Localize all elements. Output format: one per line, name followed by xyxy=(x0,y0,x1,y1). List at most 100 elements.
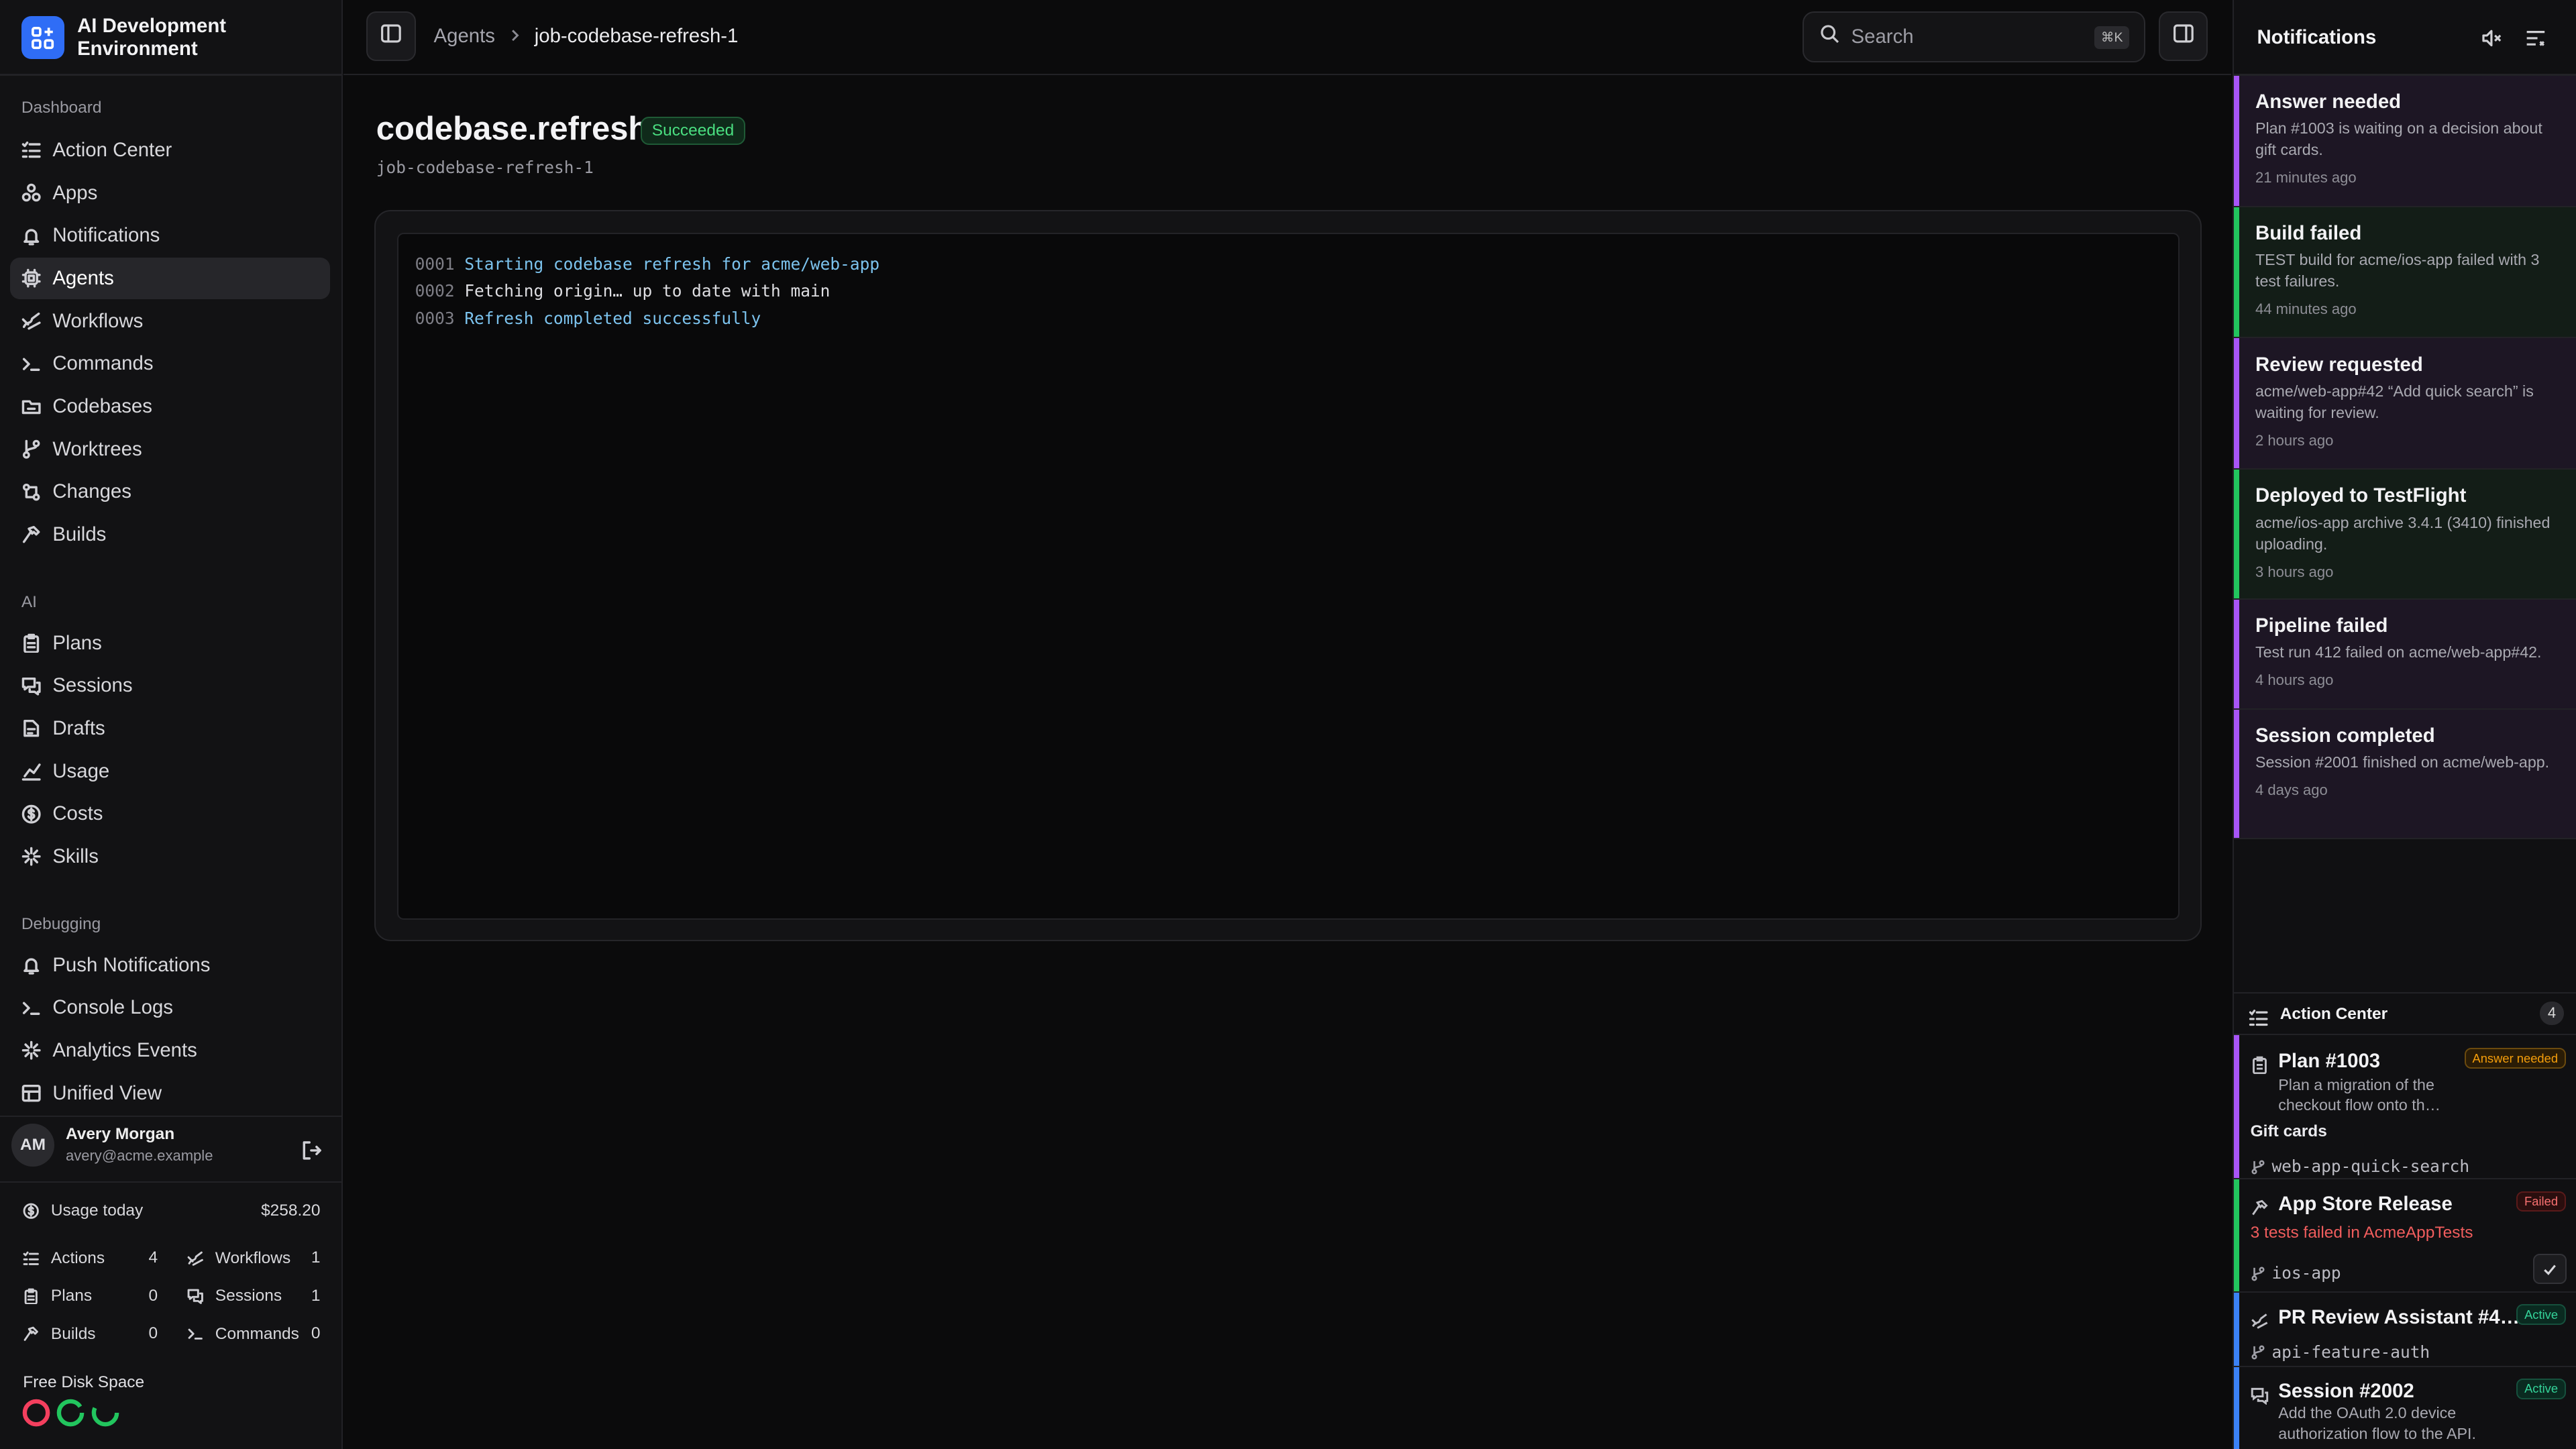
sidebar-item-console-logs[interactable]: Console Logs xyxy=(10,987,331,1028)
section-title-debugging: Debugging xyxy=(21,915,101,934)
sidebar-item-drafts[interactable]: Drafts xyxy=(10,708,331,749)
sidebar-item-plans[interactable]: Plans xyxy=(10,623,331,663)
agent-icon xyxy=(21,268,41,288)
divider xyxy=(0,1181,342,1183)
sidebar-item-skills[interactable]: Skills xyxy=(10,837,331,877)
diff-icon xyxy=(21,482,41,502)
sidebar-item-commands[interactable]: Commands xyxy=(10,343,331,384)
search-shortcut: ⌘K xyxy=(2094,25,2130,49)
sidebar-item-action-center[interactable]: Action Center xyxy=(10,129,331,170)
sidebar-item-notifications[interactable]: Notifications xyxy=(10,215,331,256)
notification-card[interactable]: Pipeline failed Test run 412 failed on ac… xyxy=(2234,599,2576,710)
stat-workflows[interactable]: Workflows xyxy=(186,1248,290,1268)
stat-commands[interactable]: Commands xyxy=(186,1324,299,1344)
notification-card[interactable]: Answer needed Plan #1003 is waiting on a … xyxy=(2234,75,2576,207)
toggle-panel-button[interactable] xyxy=(2158,11,2208,61)
notification-time: 2 hours ago xyxy=(2255,431,2334,449)
main-content: codebase.refresh Succeeded job-codebase-… xyxy=(343,76,2231,1449)
notification-card[interactable]: Deployed to TestFlight acme/ios-app archi… xyxy=(2234,470,2576,600)
sidebar-item-builds[interactable]: Builds xyxy=(10,515,331,555)
sidebar-item-label: Worktrees xyxy=(52,437,142,460)
brand[interactable]: AI Development Environment xyxy=(21,15,274,61)
stat-label: Commands xyxy=(215,1324,299,1343)
mute-icon[interactable] xyxy=(2481,26,2502,56)
breadcrumb: Agents job-codebase-refresh-1 xyxy=(434,25,739,48)
stat-builds[interactable]: Builds xyxy=(21,1324,96,1344)
log-viewer[interactable]: 0001 Starting codebase refresh for acme/… xyxy=(397,233,2180,920)
stat-plans[interactable]: Plans xyxy=(21,1287,92,1306)
stat-actions[interactable]: Actions xyxy=(21,1248,105,1268)
notification-title: Session completed xyxy=(2255,724,2435,747)
action-item-name: PR Review Assistant #4… xyxy=(2278,1305,2520,1328)
search-placeholder: Search xyxy=(1851,25,1914,48)
sidebar-item-costs[interactable]: Costs xyxy=(10,794,331,835)
log-text: Fetching origin… up to date with main xyxy=(464,281,830,301)
accent-bar xyxy=(2234,1293,2239,1366)
sidebar-item-label: Push Notifications xyxy=(52,953,211,976)
log-line: 0002 Fetching origin… up to date with ma… xyxy=(398,278,2178,305)
divider xyxy=(0,1115,342,1118)
stat-value: 1 xyxy=(311,1248,321,1267)
status-badge: Succeeded xyxy=(641,116,745,145)
action-center-header[interactable]: Action Center 4 xyxy=(2234,992,2576,1035)
topbar: Agents job-codebase-refresh-1 Search ⌘K xyxy=(343,0,2231,76)
notification-time: 4 days ago xyxy=(2255,782,2328,799)
user-profile[interactable]: AM Avery Morgan avery@acme.example xyxy=(11,1124,213,1167)
stat-value: 0 xyxy=(148,1324,158,1342)
disk-gauge[interactable] xyxy=(56,1398,85,1428)
branch: web-app-quick-search xyxy=(2251,1152,2469,1181)
sidebar-item-apps[interactable]: Apps xyxy=(10,172,331,213)
hammer-icon xyxy=(2251,1194,2269,1224)
sidebar-item-sessions[interactable]: Sessions xyxy=(10,665,331,706)
hammer-icon xyxy=(21,525,41,544)
sidebar-item-label: Skills xyxy=(52,845,99,868)
disk-gauge[interactable] xyxy=(91,1398,120,1428)
panel-right-icon xyxy=(2173,21,2194,51)
toggle-sidebar-button[interactable] xyxy=(366,11,416,61)
approve-button[interactable] xyxy=(2532,1253,2567,1285)
status-badge: Active xyxy=(2516,1378,2566,1399)
action-item-plan[interactable]: Plan #1003 Answer needed Plan a migratio… xyxy=(2234,1034,2576,1181)
notifications-title: Notifications xyxy=(2257,26,2377,49)
branch-icon xyxy=(2251,1258,2265,1288)
sidebar-item-workflows[interactable]: Workflows xyxy=(10,301,331,341)
search-input[interactable]: Search ⌘K xyxy=(1802,11,2146,63)
action-item-app-store-release[interactable]: App Store Release Failed 3 tests failed … xyxy=(2234,1179,2576,1293)
sidebar-item-agents[interactable]: Agents xyxy=(9,258,331,299)
clipboard-icon xyxy=(21,1287,41,1306)
action-item-session[interactable]: Session #2002 Active Add the OAuth 2.0 d… xyxy=(2234,1366,2576,1449)
sidebar-item-usage[interactable]: Usage xyxy=(10,751,331,792)
checklist-icon xyxy=(21,140,41,160)
sidebar-item-analytics-events[interactable]: Analytics Events xyxy=(10,1030,331,1071)
logout-icon[interactable] xyxy=(301,1138,322,1168)
usage-today[interactable]: Usage today $258.20 xyxy=(21,1201,321,1220)
sidebar-item-unified-view[interactable]: Unified View xyxy=(10,1073,331,1114)
notification-card[interactable]: Session completed Session #2001 finished … xyxy=(2234,709,2576,840)
sidebar-item-changes[interactable]: Changes xyxy=(10,472,331,513)
breadcrumb-agents[interactable]: Agents xyxy=(434,25,495,48)
sidebar-item-push-notifications[interactable]: Push Notifications xyxy=(10,945,331,985)
bell-icon xyxy=(21,226,41,246)
log-text: Refresh completed successfully xyxy=(464,308,761,328)
disk-gauge[interactable] xyxy=(21,1398,51,1428)
action-center-title: Action Center xyxy=(2279,1005,2388,1024)
accent-bar xyxy=(2234,709,2239,839)
stat-sessions[interactable]: Sessions xyxy=(186,1287,282,1306)
status-badge: Active xyxy=(2516,1304,2566,1326)
notification-card[interactable]: Review requested acme/web-app#42 “Add qui… xyxy=(2234,338,2576,470)
sidebar-item-label: Apps xyxy=(52,181,98,204)
action-item-pr-review[interactable]: PR Review Assistant #4… Active api-featu… xyxy=(2234,1293,2576,1367)
status-badge: Answer needed xyxy=(2464,1048,2566,1069)
workflow-icon xyxy=(186,1248,205,1268)
sidebar-item-worktrees[interactable]: Worktrees xyxy=(10,429,331,470)
stat-value: 0 xyxy=(148,1286,158,1305)
clear-all-icon[interactable] xyxy=(2525,26,2546,56)
accent-bar xyxy=(2234,1179,2239,1292)
notification-card[interactable]: Build failed TEST build for acme/ios-app … xyxy=(2234,207,2576,339)
sparkle-icon xyxy=(21,847,41,867)
notification-time: 3 hours ago xyxy=(2255,563,2334,580)
sidebar-item-codebases[interactable]: Codebases xyxy=(10,386,331,427)
stat-label: Plans xyxy=(50,1287,93,1305)
app-name: AI Development Environment xyxy=(77,15,227,60)
status-badge: Failed xyxy=(2516,1191,2566,1212)
